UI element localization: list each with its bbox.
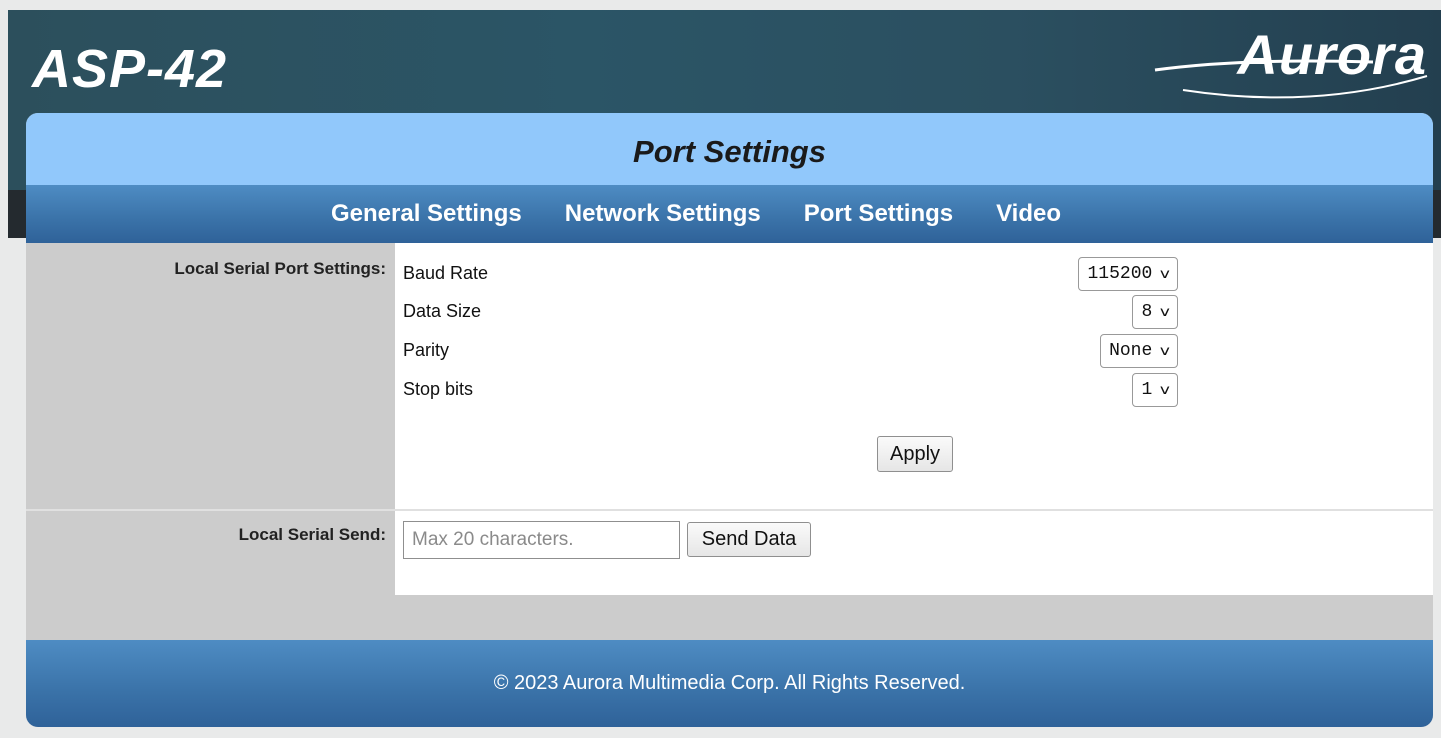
copyright-text: © 2023 Aurora Multimedia Corp. All Right… <box>493 672 966 694</box>
send-data-button[interactable]: Send Data <box>687 522 811 557</box>
baud-rate-label: Baud Rate <box>403 263 489 283</box>
stop-bits-value: 1 <box>1141 380 1153 400</box>
stop-bits-select[interactable]: 1 v <box>1132 373 1178 407</box>
serial-send-input[interactable] <box>403 521 680 559</box>
stop-bits-label: Stop bits <box>403 379 474 399</box>
footer: © 2023 Aurora Multimedia Corp. All Right… <box>26 640 1433 727</box>
chevron-down-icon: v <box>1160 343 1171 359</box>
device-name: ASP-42 <box>32 39 228 99</box>
nav-video[interactable]: Video <box>996 200 1061 228</box>
baud-rate-select[interactable]: 115200 v <box>1078 257 1178 291</box>
data-size-select[interactable]: 8 v <box>1132 295 1178 329</box>
nav-port-settings[interactable]: Port Settings <box>804 200 953 228</box>
parity-label: Parity <box>403 340 450 360</box>
parity-value: None <box>1109 341 1153 361</box>
local-serial-port-label: Local Serial Port Settings: <box>26 243 395 509</box>
data-size-value: 8 <box>1141 302 1153 322</box>
local-serial-port-row: Local Serial Port Settings: Baud Rate 11… <box>26 243 1433 509</box>
main-panel: Port Settings General Settings Network S… <box>26 113 1433 727</box>
chevron-down-icon: v <box>1160 304 1171 320</box>
nav-network-settings[interactable]: Network Settings <box>565 200 761 228</box>
local-serial-send-row: Local Serial Send: Send Data <box>26 511 1433 595</box>
page-header: Port Settings <box>26 113 1433 185</box>
chevron-down-icon: v <box>1160 266 1171 282</box>
data-size-label: Data Size <box>403 301 482 321</box>
nav-general-settings[interactable]: General Settings <box>331 200 522 228</box>
nav-bar: General Settings Network Settings Port S… <box>26 185 1433 243</box>
local-serial-send-content: Send Data <box>395 511 1433 595</box>
aurora-logo: Aurora <box>1143 18 1433 102</box>
local-serial-send-label: Local Serial Send: <box>26 511 395 595</box>
apply-button[interactable]: Apply <box>877 436 953 472</box>
page-title: Port Settings <box>633 134 826 169</box>
logo-text: Aurora <box>1237 23 1427 86</box>
baud-rate-value: 115200 <box>1087 264 1153 284</box>
chevron-down-icon: v <box>1160 382 1171 398</box>
spacer-band <box>26 595 1433 640</box>
parity-select[interactable]: None v <box>1100 334 1178 368</box>
local-serial-port-content: Baud Rate 115200 v Data Size 8 v Parity … <box>395 243 1433 509</box>
